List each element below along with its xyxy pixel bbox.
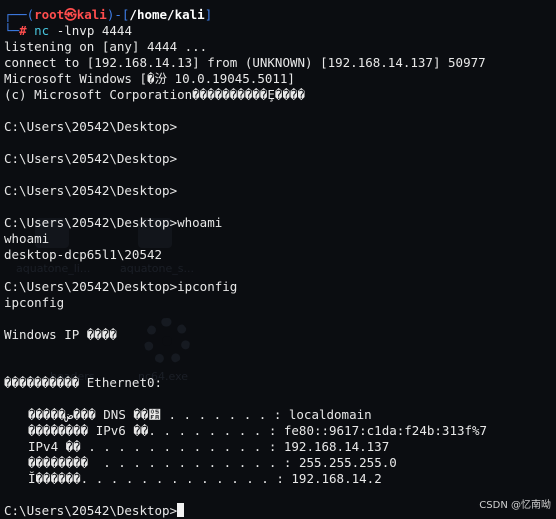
prompt-corner: └─ bbox=[4, 23, 20, 38]
ipconfig-header: Windows IP ���� bbox=[4, 327, 117, 342]
output-line: connect to [192.168.14.13] from (UNKNOWN… bbox=[4, 55, 486, 70]
cmd-prompt: C:\Users\20542\Desktop> bbox=[4, 183, 178, 198]
terminal-output[interactable]: ┌──(root㉿kali)-[/home/kali] └─# nc -lnvp… bbox=[4, 7, 552, 519]
command-echo: ipconfig bbox=[4, 295, 65, 310]
prompt-hash: # bbox=[19, 23, 27, 38]
text-cursor bbox=[177, 503, 185, 517]
cmd-prompt-path: C:\Users\20542\Desktop> bbox=[4, 503, 178, 518]
watermark: CSDN @忆南呦 bbox=[479, 500, 551, 511]
entry-value: 192.168.14.2 bbox=[291, 471, 382, 486]
cmd-prompt: C:\Users\20542\Desktop> bbox=[4, 151, 178, 166]
whoami-result: desktop-dcp65l1\20542 bbox=[4, 247, 163, 262]
ipconfig-entry-ipv6: �������� IPv6 ��. . . . . . . . : fe80::… bbox=[4, 423, 552, 439]
prompt-at-symbol: ㉿ bbox=[64, 7, 77, 22]
ipconfig-entry-ipv4: IPv4 �� . . . . . . . . . . . . : 192.16… bbox=[4, 439, 552, 455]
entry-value: 255.255.255.0 bbox=[298, 455, 397, 470]
prompt-separator: )-[ bbox=[106, 7, 130, 22]
entry-label: �������� IPv6 ��. . . . . . . . : bbox=[28, 423, 284, 438]
command-args: -lnvp 4444 bbox=[49, 23, 132, 38]
entry-value: 192.168.14.137 bbox=[283, 439, 390, 454]
cmd-prompt-path: C:\Users\20542\Desktop> bbox=[4, 215, 178, 230]
command-name: nc bbox=[34, 23, 50, 38]
shell-command-line: └─# nc -lnvp 4444 bbox=[4, 23, 552, 39]
prompt-bracket: ] bbox=[204, 7, 213, 22]
prompt-corner: ┌──( bbox=[4, 7, 35, 22]
entry-label: �������� . . . . . . . . . . . . : bbox=[28, 455, 299, 470]
ipconfig-adapter: ���������� Ethernet0: bbox=[4, 375, 163, 390]
ipconfig-entry-subnet: �������� . . . . . . . . . . . . : 255.2… bbox=[4, 455, 552, 471]
shell-prompt-header: ┌──(root㉿kali)-[/home/kali] bbox=[4, 7, 552, 23]
cmd-prompt-whoami: C:\Users\20542\Desktop>whoami bbox=[4, 215, 552, 231]
command-echo: whoami bbox=[4, 231, 50, 246]
output-line: (c) Microsoft Corporation����������Ȩ���� bbox=[4, 87, 306, 102]
entry-value: localdomain bbox=[288, 407, 372, 422]
cmd-prompt-ipconfig: C:\Users\20542\Desktop>ipconfig bbox=[4, 279, 552, 295]
typed-command: ipconfig bbox=[177, 279, 238, 294]
output-line: listening on [any] 4444 ... bbox=[4, 39, 208, 54]
entry-label: Ĭ������. . . . . . . . . . . . . : bbox=[28, 471, 292, 486]
cmd-prompt-path: C:\Users\20542\Desktop> bbox=[4, 279, 178, 294]
prompt-host: kali bbox=[76, 7, 107, 22]
prompt-path: /home/kali bbox=[129, 7, 205, 22]
ipconfig-entry-gateway: Ĭ������. . . . . . . . . . . . . : 192.1… bbox=[4, 471, 552, 487]
entry-label: IPv4 �� . . . . . . . . . . . . : bbox=[28, 439, 284, 454]
entry-value: fe80::9617:c1da:f24b:313f%7 bbox=[283, 423, 488, 438]
entry-label: �����ض��� DNS ��׺ . . . . . . . : bbox=[28, 407, 289, 422]
ipconfig-entry-dns-suffix: �����ض��� DNS ��׺ . . . . . . . : locald… bbox=[4, 407, 552, 423]
cmd-prompt-active[interactable]: C:\Users\20542\Desktop> bbox=[4, 503, 552, 519]
cmd-prompt: C:\Users\20542\Desktop> bbox=[4, 119, 178, 134]
typed-command: whoami bbox=[177, 215, 223, 230]
output-line: Microsoft Windows [�汾 10.0.19045.5011] bbox=[4, 71, 295, 86]
prompt-user: root bbox=[34, 7, 65, 22]
